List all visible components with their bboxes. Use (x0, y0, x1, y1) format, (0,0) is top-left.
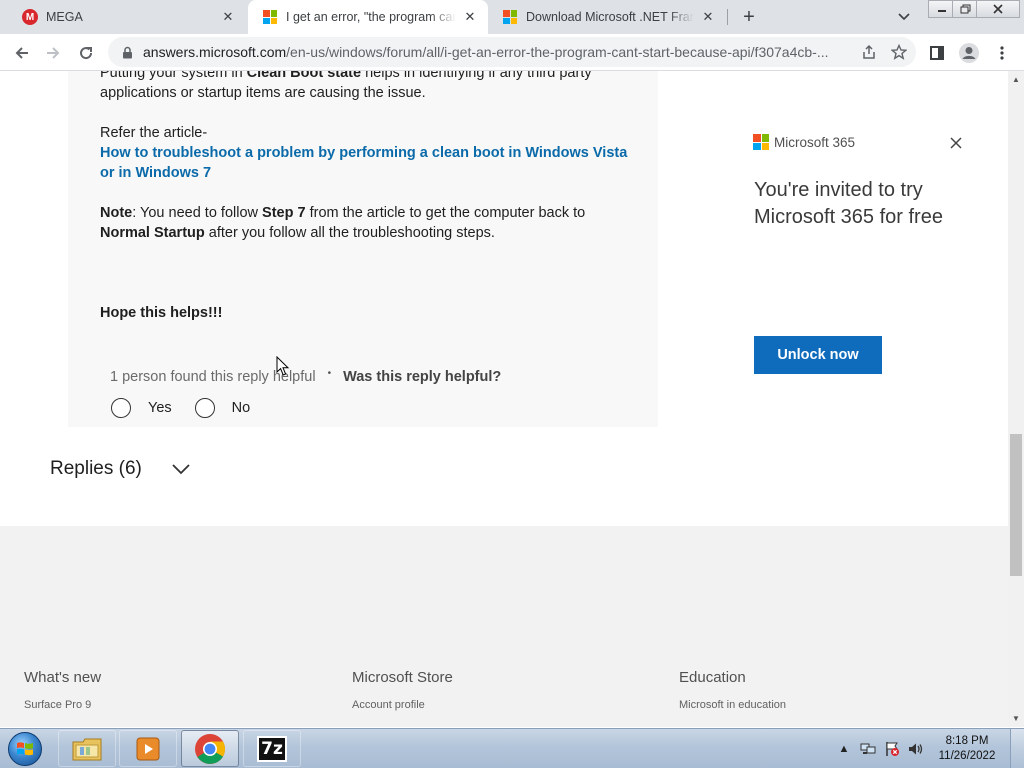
footer-link-education[interactable]: Microsoft in education (679, 699, 786, 711)
show-hidden-icons-icon[interactable]: ▲ (836, 741, 852, 757)
footer-column-whats-new: What's new Surface Pro 9 (24, 669, 101, 711)
address-bar[interactable]: answers.microsoft.com/en-us/windows/foru… (108, 37, 916, 67)
bookmark-star-icon[interactable] (886, 39, 912, 65)
microsoft-icon (502, 9, 518, 25)
answer-card: Putting your system in Clean Boot state … (68, 71, 658, 427)
clean-boot-term: Clean Boot state (246, 71, 362, 81)
windows-explorer-icon (72, 738, 102, 760)
yes-radio[interactable] (111, 398, 131, 418)
answer-paragraph-clean-boot: Putting your system in Clean Boot state … (100, 71, 630, 103)
footer-column-store: Microsoft Store Account profile (352, 669, 453, 711)
helpful-question: Was this reply helpful? (343, 369, 502, 385)
tab-answers[interactable]: I get an error, "the program can't start… (248, 0, 488, 34)
taskbar-explorer[interactable] (58, 730, 116, 767)
close-tab-icon[interactable]: ✕ (220, 9, 236, 25)
article-link-wrapper: How to troubleshoot a problem by perform… (100, 143, 630, 183)
tab-mega[interactable]: M MEGA ✕ (8, 0, 246, 34)
scroll-up-icon[interactable]: ▲ (1012, 75, 1020, 84)
helpful-row: 1 person found this reply helpful • Was … (110, 367, 502, 386)
menu-kebab-icon[interactable] (989, 40, 1015, 66)
clean-boot-article-link[interactable]: How to troubleshoot a problem by perform… (100, 145, 627, 181)
clock-date: 11/26/2022 (938, 749, 996, 762)
page-viewport: Putting your system in Clean Boot state … (0, 71, 1008, 727)
forward-button[interactable] (40, 40, 66, 66)
chrome-icon (195, 733, 226, 764)
footer-heading: Microsoft Store (352, 669, 453, 686)
url-path: /en-us/windows/forum/all/i-get-an-error-… (286, 44, 829, 60)
microsoft-logo-icon (753, 134, 769, 150)
media-player-icon (136, 737, 160, 760)
tab-separator (727, 9, 728, 25)
scroll-thumb[interactable] (1010, 434, 1022, 576)
refer-text: Refer the article- (100, 125, 208, 141)
7zip-icon: 7z (257, 735, 287, 762)
action-center-flag-icon[interactable] (884, 741, 900, 757)
taskbar-media-player[interactable] (119, 730, 177, 767)
volume-icon[interactable] (908, 741, 924, 757)
mouse-cursor-icon (276, 356, 290, 376)
site-footer: What's new Surface Pro 9 Microsoft Store… (0, 526, 1008, 727)
separator-dot: • (327, 367, 332, 379)
no-radio[interactable] (194, 398, 215, 418)
close-icon[interactable] (946, 133, 966, 153)
microsoft-365-logo: Microsoft 365 (753, 134, 855, 150)
note-paragraph: Note: You need to follow Step 7 from the… (100, 205, 586, 241)
closing-text: Hope this helps!!! (100, 305, 223, 321)
close-window-button[interactable] (976, 0, 1020, 18)
tab-title: Download Microsoft .NET Framework (526, 10, 694, 24)
tab-title: MEGA (46, 10, 83, 24)
footer-link-surface-pro[interactable]: Surface Pro 9 (24, 699, 101, 711)
close-tab-icon[interactable]: ✕ (700, 9, 716, 25)
replies-toggle[interactable]: Replies (6) (50, 458, 192, 480)
scroll-down-icon[interactable]: ▼ (1012, 714, 1020, 723)
tab-strip: M MEGA ✕ I get an error, "the program ca… (0, 0, 1024, 34)
footer-link-account-profile[interactable]: Account profile (352, 699, 453, 711)
start-button[interactable] (4, 730, 46, 768)
taskbar-7zip[interactable]: 7z (243, 730, 301, 767)
ad-brand: Microsoft 365 (774, 134, 856, 150)
lock-icon[interactable] (120, 45, 134, 59)
windows-logo-icon (8, 732, 42, 766)
back-button[interactable] (9, 40, 35, 66)
url-host: answers.microsoft.com (143, 44, 287, 60)
chevron-down-icon (170, 462, 192, 476)
network-icon[interactable] (860, 741, 876, 757)
close-tab-icon[interactable]: ✕ (462, 9, 478, 25)
replies-label: Replies (6) (50, 458, 142, 479)
system-clock[interactable]: 8:18 PM 11/26/2022 (932, 734, 1002, 764)
footer-column-education: Education Microsoft in education (679, 669, 786, 711)
share-icon[interactable] (856, 39, 882, 65)
new-tab-button[interactable]: + (737, 5, 761, 29)
tab-search-icon[interactable] (894, 7, 914, 27)
yes-label[interactable]: Yes (148, 400, 172, 416)
show-desktop-button[interactable] (1010, 729, 1024, 768)
microsoft-icon (262, 9, 278, 25)
url-text[interactable]: answers.microsoft.com/en-us/windows/foru… (143, 44, 856, 60)
mega-icon: M (22, 9, 38, 25)
clock-time: 8:18 PM (945, 734, 989, 747)
taskbar-chrome[interactable] (181, 730, 239, 767)
unlock-now-button[interactable]: Unlock now (754, 336, 882, 374)
no-label[interactable]: No (232, 400, 251, 416)
browser-toolbar: answers.microsoft.com/en-us/windows/foru… (0, 34, 1024, 71)
helpful-vote: Yes No (111, 398, 273, 418)
system-tray: ▲ 8:18 PM 11/26/2022 (836, 729, 1024, 768)
ad-heading: You're invited to try Microsoft 365 for … (754, 179, 943, 228)
microsoft-365-ad: Microsoft 365 You're invited to try Micr… (730, 121, 1000, 391)
footer-heading: What's new (24, 669, 102, 686)
windows-taskbar: 7z ▲ 8:18 PM 11/26/2022 (0, 728, 1024, 768)
side-panel-icon[interactable] (924, 40, 950, 66)
reload-button[interactable] (73, 40, 99, 66)
tab-dotnet[interactable]: Download Microsoft .NET Framework ✕ (488, 0, 726, 34)
profile-avatar-icon[interactable] (956, 40, 982, 66)
tab-title: I get an error, "the program can't start… (286, 10, 456, 24)
page-scrollbar[interactable]: ▲ ▼ (1008, 71, 1024, 727)
footer-heading: Education (679, 669, 746, 686)
